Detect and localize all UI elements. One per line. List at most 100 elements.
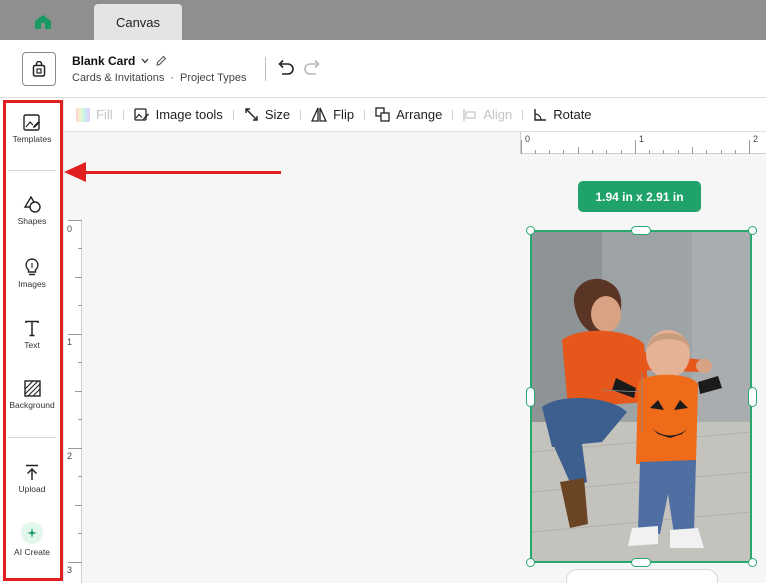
- ruler-tick: [663, 150, 664, 154]
- selected-photo[interactable]: [530, 230, 752, 563]
- resize-handle-top-left[interactable]: [526, 226, 535, 235]
- rotate-angle-icon: [534, 108, 547, 121]
- home-icon: [35, 15, 51, 29]
- ruler-label: 1: [67, 337, 73, 347]
- photo-mother-and-baby-pumpkin-shirts: [532, 232, 750, 561]
- sidebar-highlight-box: [3, 100, 63, 581]
- ruler-tick: [75, 277, 82, 278]
- ruler-label: 2: [753, 134, 759, 144]
- toolbar-separator: [364, 109, 366, 120]
- subtitle-separator: ·: [170, 72, 174, 84]
- undo-icon[interactable]: [274, 57, 296, 79]
- ruler-tick: [621, 150, 622, 154]
- ruler-label: 0: [525, 134, 531, 144]
- tab-bar: Canvas: [0, 0, 766, 40]
- toolbar-separator: [300, 109, 302, 120]
- design-space-window: Canvas Blank Card Cards & Invitations · …: [0, 0, 766, 583]
- ruler-tick: [749, 140, 750, 154]
- annotation-arrow-line: [82, 171, 281, 174]
- project-subtitle: Cards & Invitations · Project Types: [72, 72, 246, 84]
- edit-toolbar: Fill Image tools Size Flip Arrange Align…: [64, 98, 766, 132]
- ruler-tick: [721, 150, 722, 154]
- toolbar-separator: [452, 109, 454, 120]
- ruler-tick: [649, 150, 650, 154]
- project-name[interactable]: Blank Card: [72, 54, 167, 68]
- pencil-edit-icon[interactable]: [155, 55, 167, 67]
- rotate-label: Rotate: [553, 107, 592, 122]
- align-button[interactable]: Align: [457, 98, 518, 132]
- layer-actions-bar[interactable]: [566, 569, 718, 583]
- ruler-tick: [68, 334, 82, 335]
- rotate-button[interactable]: Rotate: [527, 98, 597, 132]
- ruler-tick: [521, 140, 522, 154]
- annotation-arrow-head: [64, 162, 86, 182]
- selection-size-label: 1.94 in x 2.91 in: [595, 189, 684, 204]
- fill-button[interactable]: Fill: [70, 98, 119, 132]
- ruler-tick: [563, 150, 564, 154]
- project-header: Blank Card Cards & Invitations · Project…: [0, 40, 766, 98]
- home-button[interactable]: [26, 7, 60, 37]
- ruler-tick: [75, 391, 82, 392]
- tab-canvas-label: Canvas: [115, 14, 161, 30]
- image-tools-label: Image tools: [155, 107, 223, 122]
- ruler-tick: [578, 147, 579, 154]
- ruler-label: 1: [639, 134, 645, 144]
- ruler-tick: [68, 562, 82, 563]
- resize-handle-left[interactable]: [526, 387, 535, 407]
- fill-label: Fill: [96, 107, 113, 122]
- toolbar-separator: [522, 109, 524, 120]
- align-label: Align: [483, 107, 513, 122]
- flip-label: Flip: [333, 107, 355, 122]
- ruler-tick: [78, 305, 82, 306]
- size-button[interactable]: Size: [238, 98, 296, 132]
- ruler-tick: [78, 362, 82, 363]
- ruler-tick: [678, 150, 679, 154]
- image-edit-icon: [133, 107, 149, 121]
- resize-handle-bottom-left[interactable]: [526, 558, 535, 567]
- project-bag-button[interactable]: [22, 52, 56, 86]
- header-divider: [265, 57, 266, 81]
- resize-icon: [245, 108, 258, 121]
- image-tools-button[interactable]: Image tools: [128, 98, 229, 132]
- flip-icon: [311, 107, 328, 122]
- ruler-tick: [68, 448, 82, 449]
- resize-handle-right[interactable]: [748, 387, 757, 407]
- arrange-icon: [375, 107, 390, 122]
- ruler-tick: [75, 505, 82, 506]
- align-icon: [463, 108, 476, 121]
- ruler-label: 3: [67, 565, 73, 575]
- resize-handle-bottom[interactable]: [631, 558, 651, 567]
- ruler-tick: [535, 150, 536, 154]
- resize-handle-top[interactable]: [631, 226, 651, 235]
- ruler-label: 0: [67, 224, 73, 234]
- toolbar-separator: [232, 109, 234, 120]
- resize-handle-bottom-right[interactable]: [748, 558, 757, 567]
- toolbar-separator: [122, 109, 124, 120]
- ruler-tick: [606, 150, 607, 154]
- redo-icon[interactable]: [302, 57, 324, 79]
- shopping-bag-icon: [32, 61, 46, 77]
- ruler-tick: [735, 150, 736, 154]
- vertical-ruler: 0 1 2 3: [64, 220, 82, 583]
- ruler-tick: [68, 220, 82, 221]
- selection-size-badge: 1.94 in x 2.91 in: [578, 181, 701, 212]
- project-category: Cards & Invitations: [72, 72, 165, 84]
- project-name-label: Blank Card: [72, 54, 136, 68]
- ruler-tick: [78, 248, 82, 249]
- size-label: Size: [264, 107, 291, 122]
- flip-button[interactable]: Flip: [305, 98, 360, 132]
- fill-swatch-icon: [76, 107, 90, 122]
- ruler-label: 2: [67, 451, 73, 461]
- arrange-button[interactable]: Arrange: [369, 98, 448, 132]
- ruler-tick: [78, 476, 82, 477]
- ruler-tick: [592, 150, 593, 154]
- chevron-down-icon: [141, 58, 149, 64]
- ruler-tick: [635, 140, 636, 154]
- horizontal-ruler: 0 1 2: [520, 132, 766, 154]
- tab-canvas[interactable]: Canvas: [94, 4, 182, 40]
- arrange-label: Arrange: [396, 107, 443, 122]
- project-types-link[interactable]: Project Types: [180, 72, 246, 84]
- resize-handle-top-right[interactable]: [748, 226, 757, 235]
- ruler-tick: [692, 147, 693, 154]
- ruler-tick: [78, 533, 82, 534]
